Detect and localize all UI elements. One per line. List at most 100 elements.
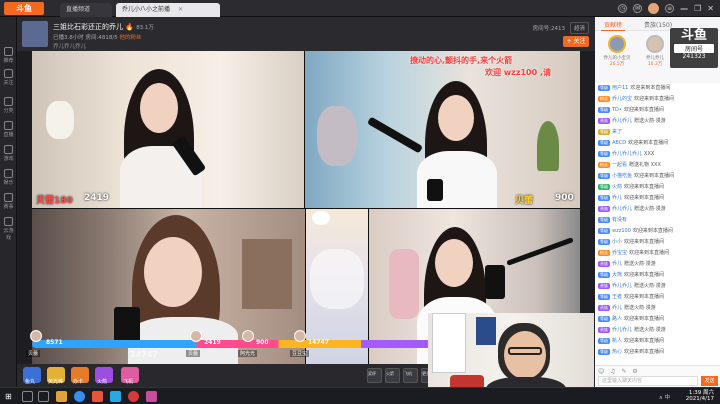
- fans-link[interactable]: 他的粉丝: [119, 35, 141, 41]
- chat-message: 贵族 乔儿乔儿 赠送火箭·漫游: [595, 204, 720, 215]
- window-controls: — ❐ ✕: [680, 4, 714, 13]
- chat-tools[interactable]: ☺ ♫ ✎ ⚙: [598, 368, 640, 375]
- douyu-taskbar-icon[interactable]: [92, 391, 103, 402]
- record-icon[interactable]: [128, 391, 139, 402]
- chat-username[interactable]: 大熊: [612, 272, 622, 278]
- pk-avatar-4[interactable]: [294, 330, 306, 342]
- tab-contribution[interactable]: 贡献榜: [601, 19, 626, 31]
- chat-username[interactable]: 乔宝宝: [612, 250, 627, 256]
- chat-message-list[interactable]: 等级 用户11 欢迎来到本直播间 粉丝 乔儿的宝 欢迎来到本直播间 等级 TD• 欢迎来到本直播…: [595, 83, 720, 365]
- sidebar-item-events[interactable]: 赛事: [2, 193, 15, 213]
- pk-avatar-2[interactable]: [190, 330, 202, 342]
- user-level-badge: 等级: [598, 150, 610, 157]
- start-button[interactable]: ⊞: [5, 392, 12, 401]
- star-icon: [4, 169, 13, 178]
- browser-tab-bar: 斗鱼 直播频道 乔儿小八小之前播 ✕ ◷ ✉ ≡ — ❐ ✕: [0, 0, 720, 17]
- clock[interactable]: 1:39 周六 2021/4/17: [686, 390, 714, 402]
- tab-home[interactable]: 直播频道: [60, 3, 112, 17]
- sidebar-item-entertainment[interactable]: 娱乐: [2, 169, 15, 189]
- chat-username[interactable]: 乔儿乔儿: [612, 327, 632, 333]
- windows-taskbar: ⊞ ∧ 中 1:39 周六 2021/4/17: [0, 387, 720, 404]
- app-icon-2[interactable]: [146, 391, 157, 402]
- streamer-face: [140, 83, 178, 133]
- chat-username[interactable]: 热心: [612, 349, 622, 355]
- rank-item-1[interactable]: 乔儿的小宝贝 26.5万: [599, 35, 635, 67]
- task-view-icon[interactable]: [38, 391, 49, 402]
- chat-username[interactable]: 乔儿乔儿: [612, 206, 632, 212]
- gaming-chair: [389, 249, 419, 319]
- chat-message: 等级 用户11 欢迎来到本直播间: [595, 83, 720, 94]
- chat-username[interactable]: 王者: [612, 294, 622, 300]
- message-icon[interactable]: ✉: [633, 4, 643, 13]
- chat-username[interactable]: 有没有: [612, 217, 627, 223]
- chat-text: 欢迎来到本直播间: [634, 96, 675, 102]
- user-level-badge: 粉丝: [598, 249, 610, 256]
- microphone: [485, 265, 505, 299]
- douyu-logo[interactable]: 斗鱼: [4, 2, 44, 15]
- chat-username[interactable]: ABCD: [612, 140, 626, 146]
- tab-label: 乔儿小八小之前播: [122, 6, 171, 13]
- plane-icon[interactable]: 飞机: [403, 368, 418, 383]
- sidebar-item-cloud-game[interactable]: 云游戏: [2, 217, 15, 241]
- user-avatar[interactable]: [648, 3, 660, 14]
- chat-text: 赠送火箭·漫游: [634, 283, 666, 289]
- send-button[interactable]: 发送: [701, 376, 718, 386]
- host-name[interactable]: 乔儿乔儿乔儿: [53, 42, 86, 50]
- system-tray[interactable]: ∧ 中: [659, 393, 670, 401]
- user-level-badge: 等级: [598, 84, 610, 91]
- browser-icon[interactable]: [74, 391, 85, 402]
- host-avatar[interactable]: [22, 21, 48, 47]
- follow-button[interactable]: + 关注: [563, 36, 589, 47]
- chat-input[interactable]: 这里输入聊天内容: [598, 376, 698, 386]
- chat-text: 欢迎来到本直播间: [624, 316, 665, 322]
- chat-username[interactable]: 用户11: [612, 85, 628, 91]
- microphone-arm: [367, 116, 423, 154]
- pk-value-3: 900: [256, 339, 269, 346]
- app-icon[interactable]: [110, 391, 121, 402]
- pk-cell-1: 贝蕾180 2419: [32, 51, 304, 208]
- chat-username[interactable]: 小猫吃鱼: [612, 173, 632, 179]
- chat-username[interactable]: wzz100: [612, 228, 631, 234]
- chat-username[interactable]: 乔儿: [612, 261, 622, 267]
- folder-icon[interactable]: [56, 391, 67, 402]
- chat-username[interactable]: 路人: [612, 316, 622, 322]
- chat-username[interactable]: 乔儿乔儿: [612, 118, 632, 124]
- sidebar-item-follow[interactable]: 关注: [2, 69, 15, 89]
- maximize-button[interactable]: ❐: [694, 4, 701, 13]
- close-tab-icon[interactable]: ✕: [178, 6, 183, 13]
- chat-message: 等级 有没有: [595, 215, 720, 226]
- rocket-icon[interactable]: 火箭: [385, 368, 400, 383]
- chat-username[interactable]: 来了: [612, 129, 622, 135]
- chat-message: 等级 乔儿乔儿乔儿 XXX: [595, 149, 720, 160]
- user-level-badge: 等级: [598, 238, 610, 245]
- chat-text: 欢迎来到本直播间: [634, 173, 675, 179]
- chat-username[interactable]: 新人: [612, 338, 622, 344]
- chat-username[interactable]: 火箭: [612, 184, 622, 190]
- chat-username[interactable]: 小小: [612, 239, 622, 245]
- menu-icon[interactable]: ≡: [665, 4, 675, 13]
- chat-username[interactable]: 乔儿: [612, 195, 622, 201]
- close-window-button[interactable]: ✕: [707, 4, 714, 13]
- chat-username[interactable]: 乔儿乔儿: [612, 283, 632, 289]
- rank-item-2[interactable]: 乔儿乔儿 10.3万: [637, 35, 673, 67]
- pk-avatar-1[interactable]: [30, 330, 42, 342]
- cloud-background: [310, 249, 364, 309]
- search-icon[interactable]: [22, 391, 33, 402]
- chat-message: 等级 乔儿 欢迎来到本直播间: [595, 193, 720, 204]
- trophy-icon[interactable]: 奖杯: [367, 368, 382, 383]
- quality-select[interactable]: 超清: [569, 22, 589, 34]
- minimize-button[interactable]: —: [680, 4, 688, 13]
- sidebar-item-game[interactable]: 游戏: [2, 145, 15, 165]
- sidebar-item-category[interactable]: 分类: [2, 97, 15, 117]
- tab-live-room[interactable]: 乔儿小八小之前播 ✕: [116, 3, 220, 17]
- history-icon[interactable]: ◷: [618, 4, 628, 13]
- chat-username[interactable]: 乔儿的宝: [612, 96, 632, 102]
- sidebar-item-live[interactable]: 直播: [2, 121, 15, 141]
- chat-username[interactable]: 一起看: [612, 162, 627, 168]
- chat-username[interactable]: 乔儿乔儿乔儿: [612, 151, 642, 157]
- chat-message: 等级 路人 欢迎来到本直播间: [595, 314, 720, 325]
- pk-avatar-3[interactable]: [242, 330, 254, 342]
- chat-username[interactable]: 乔儿: [612, 305, 622, 311]
- chat-username[interactable]: TD•: [612, 107, 622, 113]
- sidebar-item-recommend[interactable]: 推荐: [2, 47, 15, 67]
